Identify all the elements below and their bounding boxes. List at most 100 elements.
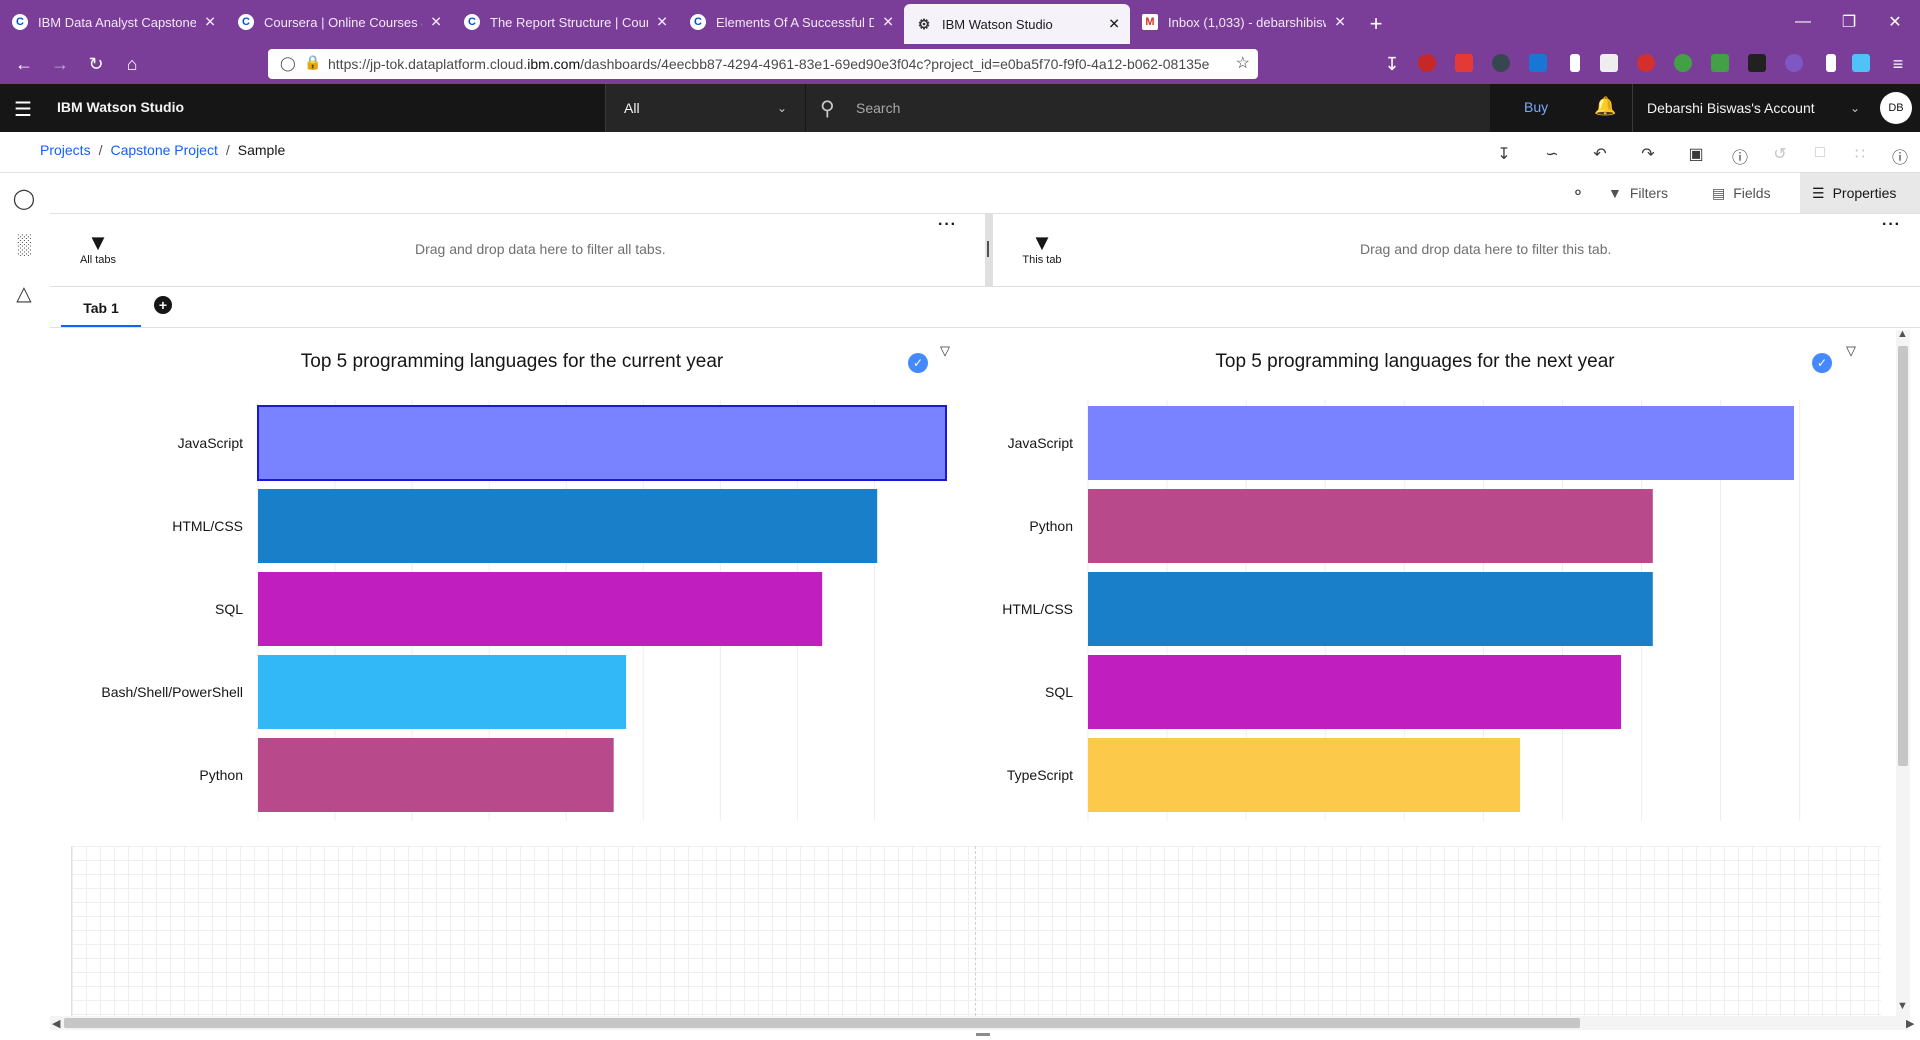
browser-tab[interactable]: M Inbox (1,033) - debarshibiswas.j ✕ <box>1130 4 1356 40</box>
scroll-down-icon[interactable]: ▼ <box>1897 1000 1908 1012</box>
bookmark-star-icon[interactable]: ☆ <box>1231 53 1250 73</box>
hamburger-menu-icon[interactable]: ☰ <box>14 97 32 122</box>
help-icon[interactable]: ⓘ <box>1890 144 1910 168</box>
extension-icon[interactable] <box>1637 54 1655 72</box>
forward-icon[interactable]: → <box>48 52 72 76</box>
breadcrumb-projects[interactable]: Projects <box>40 142 91 158</box>
check-icon[interactable]: ✓ <box>1812 353 1832 373</box>
vertical-scrollbar[interactable] <box>1896 330 1910 1018</box>
connect-icon[interactable]: ⚬ <box>1568 183 1588 203</box>
extension-icon[interactable] <box>1748 54 1766 72</box>
this-tab-overflow-menu[interactable]: ··· <box>1882 216 1901 234</box>
chart-bar[interactable] <box>1088 406 1794 480</box>
scroll-left-icon[interactable]: ◀ <box>52 1017 60 1030</box>
splitter-handle-icon[interactable] <box>987 241 989 257</box>
close-tab-icon[interactable]: ✕ <box>1334 14 1346 31</box>
apps-icon[interactable]: ∷ <box>1850 144 1870 164</box>
all-tabs-overflow-menu[interactable]: ··· <box>938 216 957 234</box>
buy-link[interactable]: Buy <box>1524 99 1548 115</box>
browser-tab[interactable]: C Elements Of A Successful Data P ✕ <box>678 4 904 40</box>
chart-bar[interactable] <box>1088 738 1521 812</box>
chart-bar[interactable] <box>258 489 878 563</box>
chart-bar[interactable] <box>258 738 614 812</box>
all-tabs-filter[interactable]: ▼ All tabs <box>68 232 128 267</box>
tab-1[interactable]: Tab 1 <box>61 297 141 327</box>
avatar[interactable]: DB <box>1880 92 1912 124</box>
undo-icon[interactable]: ↶ <box>1590 144 1610 164</box>
browser-tab[interactable]: ⚙ IBM Watson Studio ✕ <box>904 4 1130 44</box>
search-input[interactable]: ⚲ Search <box>806 84 1490 132</box>
fields-button[interactable]: ▤ Fields <box>1700 173 1783 213</box>
browser-tab[interactable]: C The Report Structure | Coursera ✕ <box>452 4 678 40</box>
close-tab-icon[interactable]: ✕ <box>430 14 442 31</box>
comment-icon[interactable]: □ <box>1810 144 1830 162</box>
share-icon[interactable]: ∽ <box>1542 144 1562 164</box>
close-tab-icon[interactable]: ✕ <box>204 14 216 31</box>
scope-value: All <box>624 100 640 116</box>
downloads-icon[interactable]: ↧ <box>1380 52 1404 76</box>
this-tab-filter[interactable]: ▼ This tab <box>1012 232 1072 267</box>
breadcrumb-capstone-project[interactable]: Capstone Project <box>110 142 217 158</box>
scroll-up-icon[interactable]: ▲ <box>1897 328 1908 340</box>
fields-label: Fields <box>1733 185 1771 201</box>
redo-icon[interactable]: ↷ <box>1638 144 1658 164</box>
extension-icon[interactable] <box>1785 54 1803 72</box>
chart-bar[interactable] <box>257 405 947 481</box>
history-icon[interactable]: ↺ <box>1770 144 1790 164</box>
close-tab-icon[interactable]: ✕ <box>1108 16 1120 33</box>
account-name: Debarshi Biswas's Account <box>1647 100 1815 116</box>
download-icon[interactable]: ↧ <box>1494 144 1514 164</box>
chart-bar[interactable] <box>1088 572 1653 646</box>
coursera-icon: C <box>238 14 254 30</box>
extension-icon[interactable] <box>1600 54 1618 72</box>
browser-menu-icon[interactable]: ≡ <box>1886 52 1910 76</box>
reload-icon[interactable]: ↻ <box>84 52 108 76</box>
close-tab-icon[interactable]: ✕ <box>882 14 894 31</box>
scope-select[interactable]: All ⌄ <box>605 84 805 132</box>
chart-bar[interactable] <box>1088 655 1622 729</box>
extension-icon[interactable] <box>1711 54 1729 72</box>
extension-icon[interactable] <box>1418 54 1436 72</box>
dashboard-canvas-grid <box>71 846 1881 1016</box>
chart-filter-icon[interactable]: ▽ <box>1846 343 1856 359</box>
filters-button[interactable]: ▼ Filters <box>1596 173 1680 213</box>
browser-tab[interactable]: C Coursera | Online Courses & Cre ✕ <box>226 4 452 40</box>
check-icon[interactable]: ✓ <box>908 353 928 373</box>
url-bar[interactable]: ◯ 🔒 https://jp-tok.dataplatform.cloud. ib… <box>268 49 1258 79</box>
account-switcher[interactable]: Debarshi Biswas's Account ⌄ <box>1632 84 1878 132</box>
close-window-icon[interactable]: ✕ <box>1872 0 1918 44</box>
extension-icon[interactable] <box>1674 54 1692 72</box>
visualizations-icon[interactable]: ░ <box>12 233 36 257</box>
extension-icon[interactable] <box>1492 54 1510 72</box>
extension-icon[interactable] <box>1570 54 1580 72</box>
scrollbar-thumb[interactable] <box>1898 346 1908 766</box>
home-icon[interactable]: ⌂ <box>120 52 144 76</box>
scrollbar-thumb[interactable] <box>64 1018 1580 1028</box>
browser-tab[interactable]: C IBM Data Analyst Capstone Proj ✕ <box>0 4 226 40</box>
extension-icon[interactable] <box>1826 54 1836 72</box>
data-assets-icon[interactable]: ◯ <box>12 186 36 210</box>
back-icon[interactable]: ← <box>12 52 36 76</box>
chart-bar[interactable] <box>1088 489 1653 563</box>
add-tab-icon[interactable]: + <box>154 296 172 314</box>
properties-button[interactable]: ☰ Properties <box>1800 173 1920 213</box>
url-suffix: /dashboards/4eecbb87-4294-4961-83e1-69ed… <box>580 56 1210 72</box>
info-icon[interactable]: ⓘ <box>1730 144 1750 168</box>
new-tab-button[interactable]: + <box>1356 4 1396 44</box>
horizontal-scrollbar[interactable] <box>50 1016 1910 1030</box>
widgets-icon[interactable]: △ <box>12 281 36 305</box>
chart-bar[interactable] <box>258 572 823 646</box>
minimize-icon[interactable]: — <box>1780 0 1826 44</box>
extension-icon[interactable] <box>1529 54 1547 72</box>
chart-filter-icon[interactable]: ▽ <box>940 343 950 359</box>
search-placeholder: Search <box>856 100 901 116</box>
resize-handle[interactable] <box>976 1033 990 1036</box>
close-tab-icon[interactable]: ✕ <box>656 14 668 31</box>
extension-icon[interactable] <box>1455 54 1473 72</box>
restore-icon[interactable]: ❐ <box>1826 0 1872 44</box>
scroll-right-icon[interactable]: ▶ <box>1906 1017 1914 1030</box>
notification-bell-icon[interactable]: 🔔 <box>1594 96 1616 117</box>
extension-icon[interactable] <box>1852 54 1870 72</box>
chart-bar[interactable] <box>258 655 627 729</box>
save-icon[interactable]: ▣ <box>1686 144 1706 164</box>
